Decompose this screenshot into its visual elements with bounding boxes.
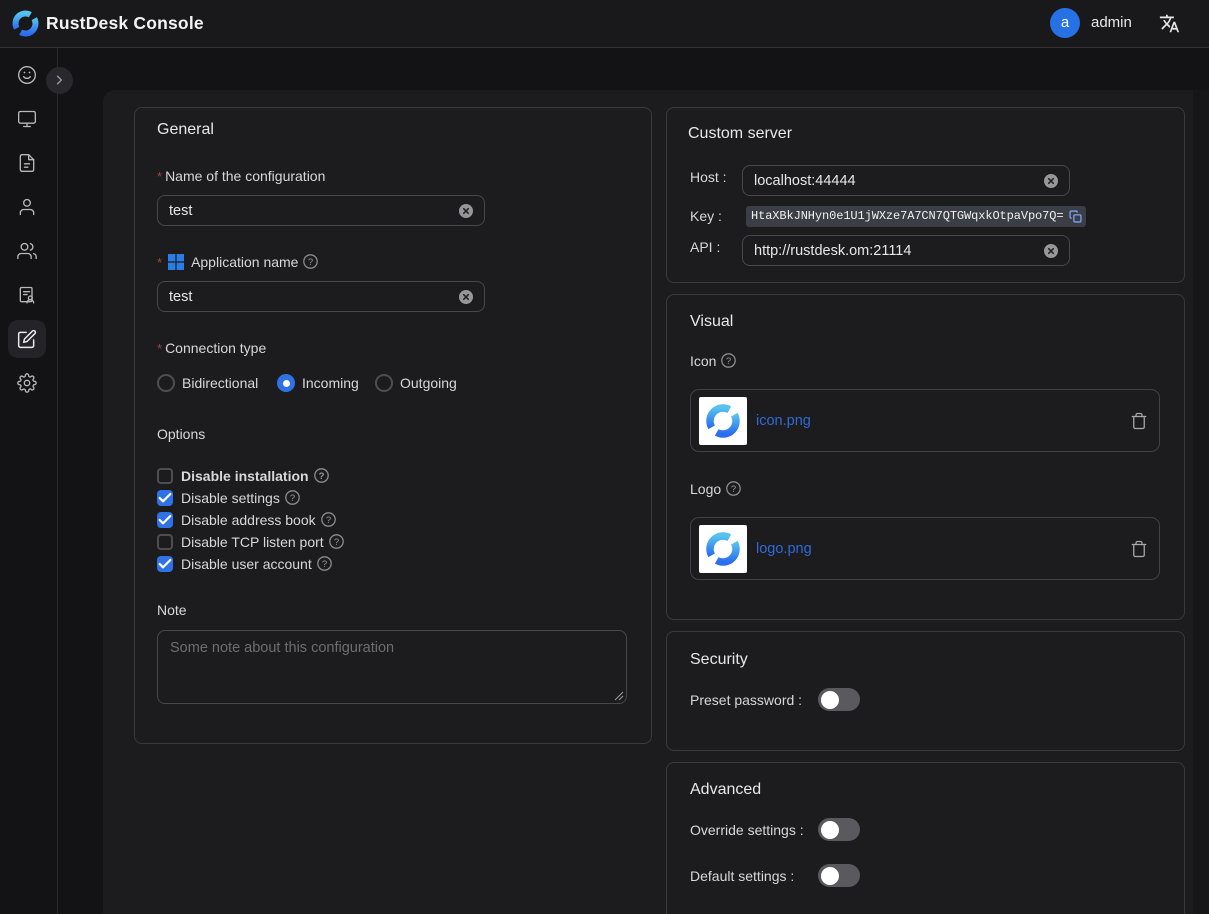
svg-text:?: ? [322,559,327,570]
svg-text:?: ? [334,537,339,548]
svg-text:?: ? [731,484,736,495]
svg-text:?: ? [726,356,731,367]
svg-text:?: ? [318,471,324,482]
svg-text:?: ? [308,257,313,268]
svg-text:?: ? [290,493,295,504]
svg-text:?: ? [325,515,330,526]
